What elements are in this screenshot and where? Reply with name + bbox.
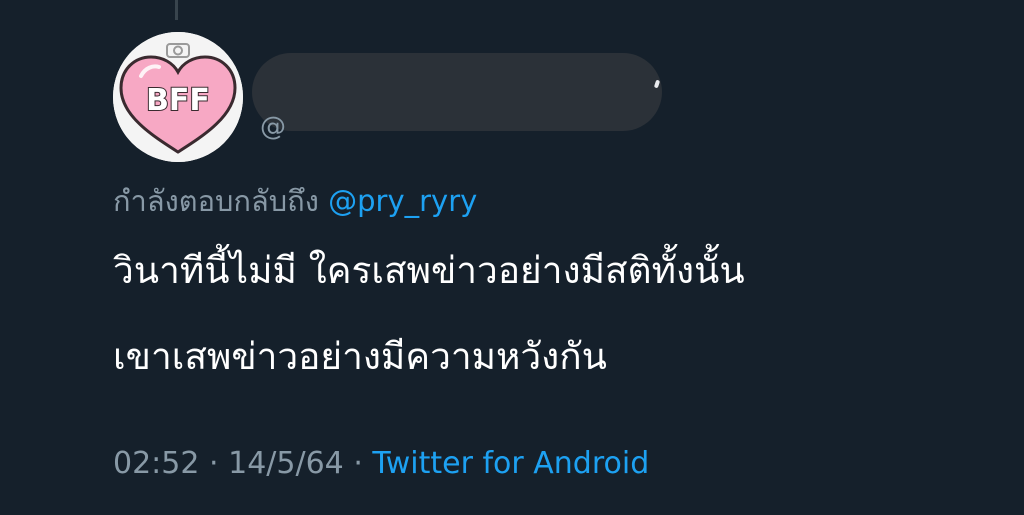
thread-connector-line [175,0,178,20]
tweet-text: วินาทีนี้ไม่มี ใครเสพข่าวอย่างมีสติทั้งน… [113,236,993,408]
redacted-display-name [252,53,662,131]
tweet-text-line: เขาเสพข่าวอย่างมีความหวังกัน [113,335,607,378]
replying-to-line: กำลังตอบกลับถึง @pry_ryry [113,181,477,221]
tweet-date[interactable]: 14/5/64 [228,446,344,481]
handle-partial: @ [260,112,286,142]
tweet-metadata: 02:52 · 14/5/64 · Twitter for Android [113,444,649,484]
meta-separator: · [353,446,363,481]
replying-to-label: กำลังตอบกลับถึง [113,184,319,218]
tweet-source-link[interactable]: Twitter for Android [372,446,649,481]
avatar-label: BFF [146,83,210,118]
reply-mention-link[interactable]: @pry_ryry [328,184,477,218]
tweet-detail: BFF @ กำลังตอบกลับถึง @pry_ryry วินาทีนี… [0,0,1024,515]
tweet-time[interactable]: 02:52 [113,446,199,481]
meta-separator: · [209,446,219,481]
bff-heart-icon: BFF [113,32,243,162]
tweet-text-line: วินาทีนี้ไม่มี ใครเสพข่าวอย่างมีสติทั้งน… [113,249,745,292]
avatar[interactable]: BFF [113,32,243,162]
